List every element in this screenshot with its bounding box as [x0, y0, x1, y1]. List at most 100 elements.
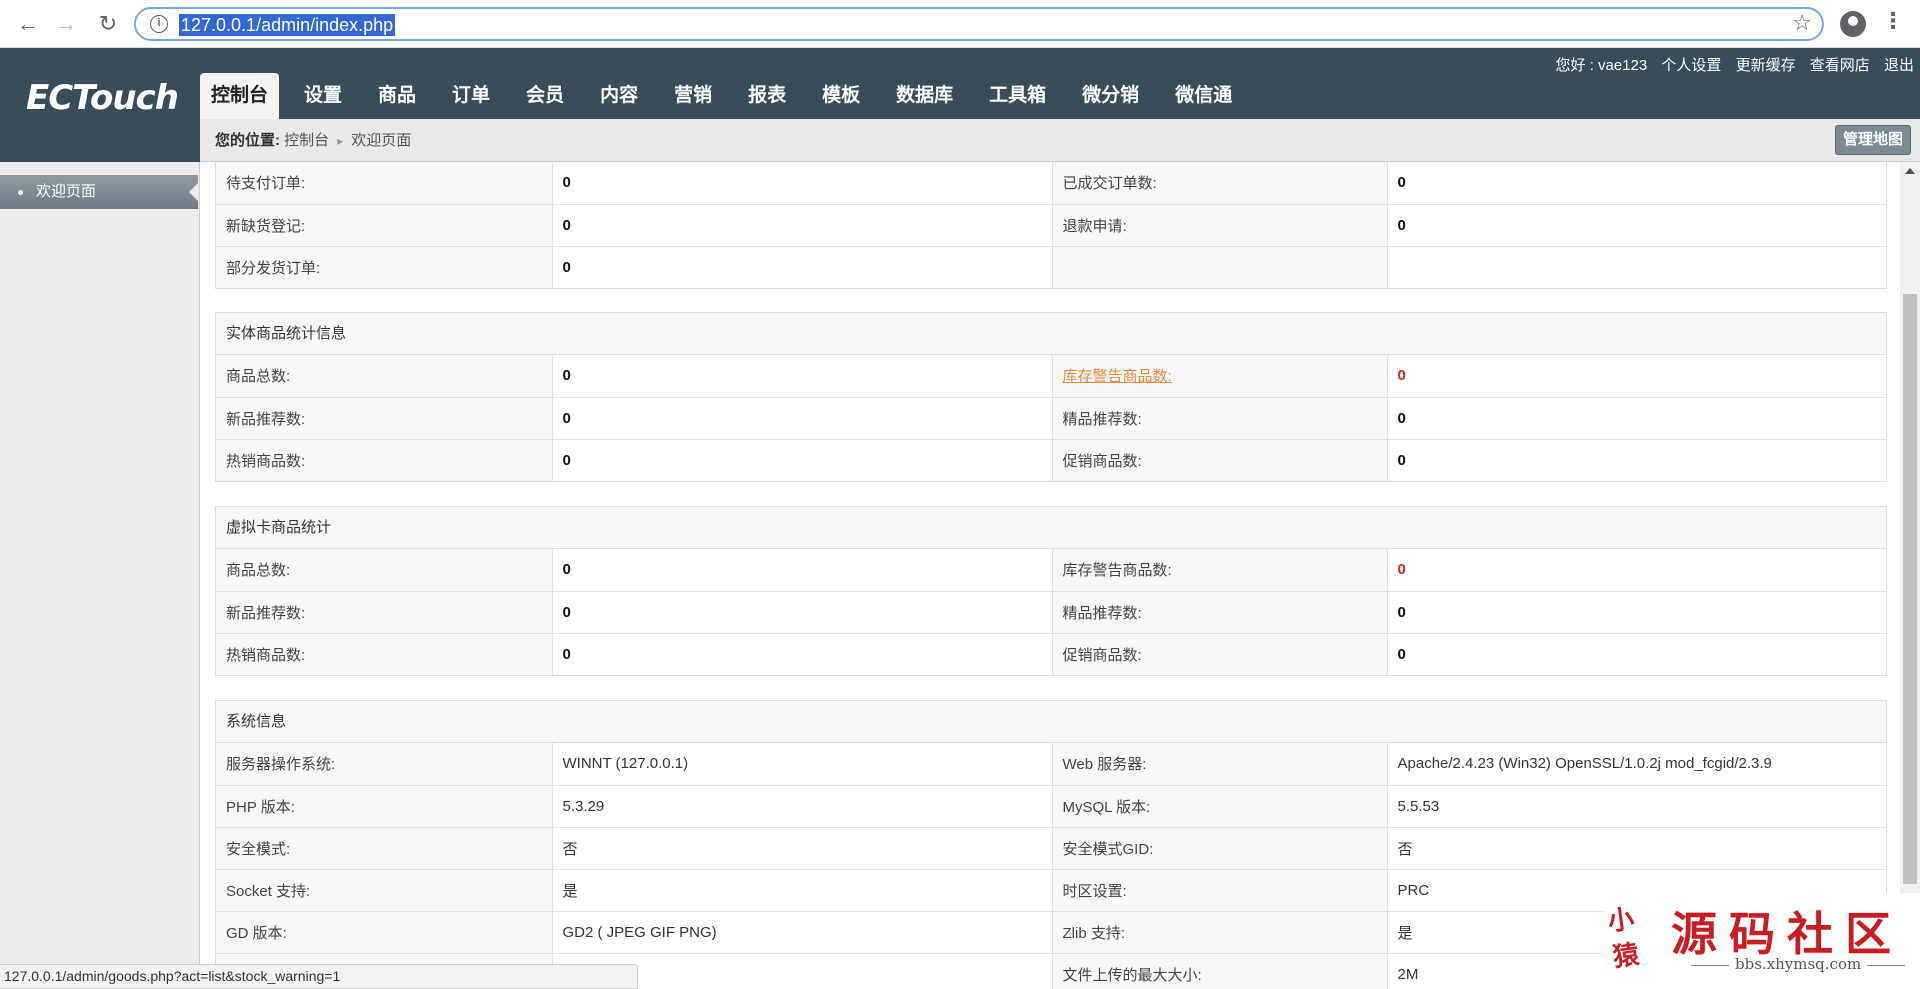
cell-label: 安全模式GID:: [1052, 827, 1388, 870]
ectouch-logo[interactable]: ECTouch: [26, 78, 179, 118]
personal-settings-link[interactable]: 个人设置: [1661, 57, 1721, 74]
physical-goods-table: 商品总数: 0 库存警告商品数: 0 新品推荐数: 0 精品推荐数: 0 热销商…: [216, 355, 1886, 481]
cell-label: 新品推荐数:: [216, 591, 553, 634]
cell-value: 否: [1387, 827, 1886, 870]
browser-toolbar: ← → ↻ i 127.0.0.1/admin/index.php ☆ ⋮: [0, 0, 1920, 48]
top-links: 您好 : vae123 个人设置 更新缓存 查看网店 退出: [1546, 54, 1914, 75]
cell-value: 0: [552, 439, 1053, 481]
watermark-url: bbs.xhymsq.com: [1685, 955, 1911, 973]
breadcrumb-prefix: 您的位置:: [215, 132, 280, 149]
cell-label: 新品推荐数:: [216, 397, 553, 440]
cell-value: 0: [1387, 162, 1886, 205]
scroll-thumb[interactable]: [1903, 294, 1917, 884]
profile-icon[interactable]: [1840, 11, 1866, 37]
main-content: 待支付订单: 0 已成交订单数: 0 新缺货登记: 0 退款申请: 0 部分发货…: [200, 162, 1900, 989]
back-icon[interactable]: ←: [14, 10, 42, 38]
nav-orders[interactable]: 订单: [441, 73, 501, 119]
greeting: 您好 : vae123: [1555, 57, 1648, 74]
cell-label: 退款申请:: [1052, 204, 1388, 247]
stock-warning-link[interactable]: 库存警告商品数:: [1063, 368, 1172, 385]
table-row: 热销商品数: 0 促销商品数: 0: [216, 633, 1886, 675]
bookmark-star-icon[interactable]: ☆: [1792, 10, 1812, 36]
cell-label: 部分发货订单:: [216, 246, 553, 288]
cell-value: 0: [1387, 439, 1886, 481]
nav-reports[interactable]: 报表: [737, 73, 797, 119]
link-status-bar: 127.0.0.1/admin/goods.php?act=list&stock…: [0, 964, 638, 989]
cell-value: 5.5.53: [1387, 785, 1886, 828]
nav-templates[interactable]: 模板: [811, 73, 871, 119]
logout-link[interactable]: 退出: [1884, 57, 1914, 74]
cell-label: 精品推荐数:: [1052, 591, 1388, 634]
sidebar-item-welcome[interactable]: 欢迎页面: [0, 175, 198, 209]
cell-value: 0: [552, 246, 1053, 288]
nav-database[interactable]: 数据库: [885, 73, 964, 119]
scroll-up-arrow-icon[interactable]: [1905, 168, 1915, 174]
cell-value: 0: [552, 549, 1053, 592]
nav-toolbox[interactable]: 工具箱: [978, 73, 1057, 119]
virtual-goods-section: 虚拟卡商品统计 商品总数: 0 库存警告商品数: 0 新品推荐数: 0 精品推荐…: [215, 506, 1887, 676]
cell-value-warning: 0: [1387, 355, 1886, 398]
cell-label: 促销商品数:: [1052, 439, 1388, 481]
site-info-icon[interactable]: i: [150, 15, 168, 33]
cell-label: GD 版本:: [216, 911, 553, 954]
nav-dashboard[interactable]: 控制台: [200, 73, 280, 119]
table-row: 部分发货订单: 0: [216, 246, 1886, 288]
cell-label: 文件上传的最大大小:: [1052, 953, 1388, 989]
nav-wechat[interactable]: 微信通: [1164, 73, 1243, 119]
url-text[interactable]: 127.0.0.1/admin/index.php: [179, 14, 396, 36]
cell-label: 促销商品数:: [1052, 633, 1388, 675]
cell-value: 0: [552, 204, 1053, 247]
cell-label: Zlib 支持:: [1052, 911, 1388, 954]
order-stats-section: 待支付订单: 0 已成交订单数: 0 新缺货登记: 0 退款申请: 0 部分发货…: [215, 162, 1887, 289]
cell-label: Socket 支持:: [216, 869, 553, 912]
cell-value: [1387, 246, 1886, 288]
nav-settings[interactable]: 设置: [293, 73, 353, 119]
cell-label: 待支付订单:: [216, 162, 553, 205]
cell-label: 商品总数:: [216, 355, 553, 398]
chevron-right-icon: ▸: [337, 134, 344, 148]
content-scrollbar[interactable]: [1900, 162, 1920, 989]
cell-value: Apache/2.4.23 (Win32) OpenSSL/1.0.2j mod…: [1387, 743, 1886, 786]
sidebar: 欢迎页面: [0, 119, 200, 989]
cell-label: MySQL 版本:: [1052, 785, 1388, 828]
cell-label: 商品总数:: [216, 549, 553, 592]
cell-label: 热销商品数:: [216, 439, 553, 481]
cell-value: 0: [1387, 204, 1886, 247]
breadcrumb-parent[interactable]: 控制台: [284, 132, 329, 149]
cell-value: 5.3.29: [552, 785, 1053, 828]
cell-label: 库存警告商品数:: [1052, 355, 1388, 398]
app-header: ECTouch 您好 : vae123 个人设置 更新缓存 查看网店 退出 控制…: [0, 48, 1920, 119]
reload-icon[interactable]: ↻: [94, 10, 122, 38]
cell-label: 新缺货登记:: [216, 204, 553, 247]
cell-label: 时区设置:: [1052, 869, 1388, 912]
browser-menu-icon[interactable]: ⋮: [1882, 8, 1904, 34]
nav-marketing[interactable]: 营销: [663, 73, 723, 119]
address-bar[interactable]: i 127.0.0.1/admin/index.php ☆: [134, 7, 1824, 41]
breadcrumb: 您的位置: 控制台 ▸ 欢迎页面 管理地图: [200, 119, 1920, 162]
cell-value: 0: [552, 397, 1053, 440]
nav-goods[interactable]: 商品: [367, 73, 427, 119]
cell-label: 库存警告商品数:: [1052, 549, 1388, 592]
order-stats-table: 待支付订单: 0 已成交订单数: 0 新缺货登记: 0 退款申请: 0 部分发货…: [216, 162, 1886, 288]
cell-label: 热销商品数:: [216, 633, 553, 675]
nav-distribution[interactable]: 微分销: [1071, 73, 1150, 119]
view-shop-link[interactable]: 查看网店: [1810, 57, 1870, 74]
cell-value: 0: [552, 633, 1053, 675]
watermark: 小猿 源码社区 bbs.xhymsq.com: [1603, 893, 1920, 989]
cell-value: 0: [552, 355, 1053, 398]
cell-label: 服务器操作系统:: [216, 743, 553, 786]
table-row: 服务器操作系统: WINNT (127.0.0.1) Web 服务器: Apac…: [216, 743, 1886, 786]
main-nav: 控制台 设置 商品 订单 会员 内容 营销 报表 模板 数据库 工具箱 微分销 …: [200, 73, 1257, 119]
cell-value: 否: [552, 827, 1053, 870]
breadcrumb-current: 欢迎页面: [351, 132, 412, 149]
nav-members[interactable]: 会员: [515, 73, 575, 119]
nav-content[interactable]: 内容: [589, 73, 649, 119]
table-row: 热销商品数: 0 促销商品数: 0: [216, 439, 1886, 481]
clear-cache-link[interactable]: 更新缓存: [1736, 57, 1796, 74]
virtual-goods-table: 商品总数: 0 库存警告商品数: 0 新品推荐数: 0 精品推荐数: 0 热销商…: [216, 549, 1886, 675]
admin-map-button[interactable]: 管理地图: [1834, 125, 1911, 155]
forward-icon[interactable]: →: [52, 10, 80, 38]
cell-value: 是: [552, 869, 1053, 912]
table-row: 安全模式: 否 安全模式GID: 否: [216, 827, 1886, 870]
table-row: 待支付订单: 0 已成交订单数: 0: [216, 162, 1886, 205]
